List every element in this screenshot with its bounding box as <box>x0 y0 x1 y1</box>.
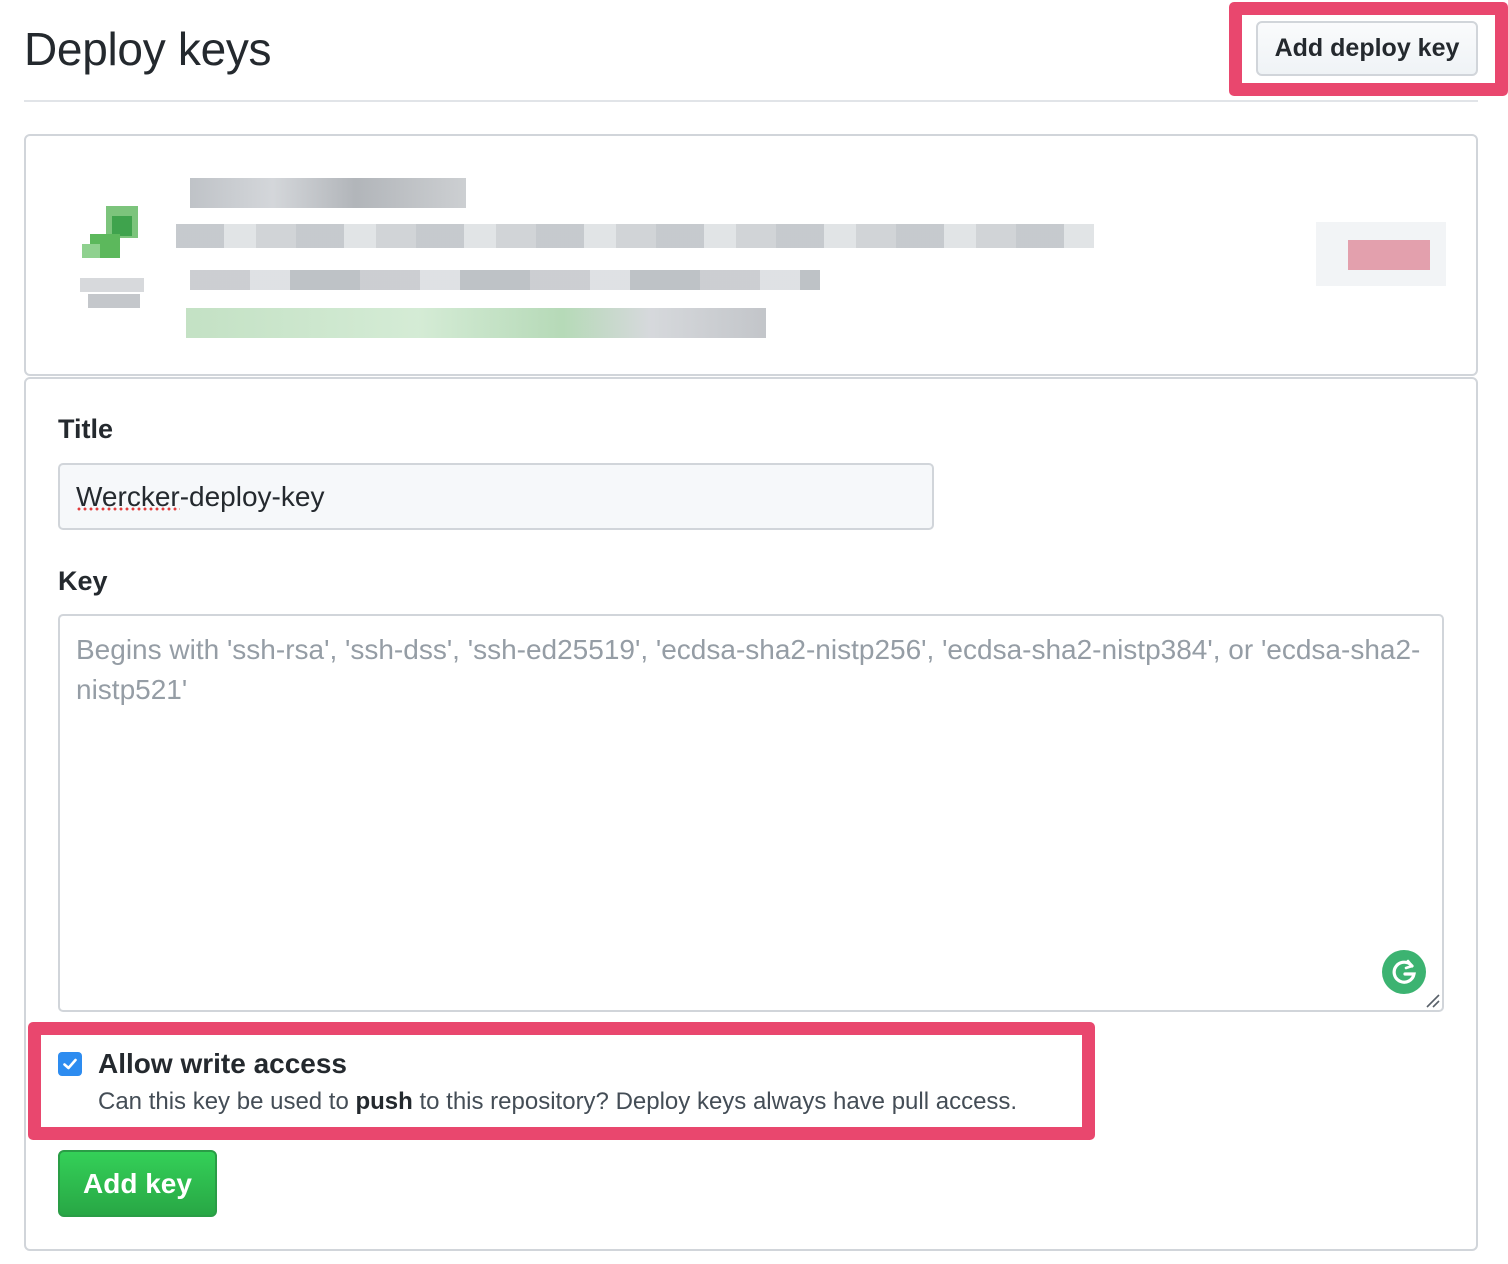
key-textarea[interactable] <box>58 614 1444 1012</box>
existing-deploy-key-list <box>24 134 1478 376</box>
add-key-button[interactable]: Add key <box>58 1150 217 1217</box>
resize-handle-icon[interactable] <box>1424 992 1440 1008</box>
redacted-key-added <box>190 270 820 290</box>
title-input[interactable] <box>58 463 934 530</box>
key-icon <box>80 206 144 308</box>
redacted-key-last-used <box>186 308 766 338</box>
highlight-add-deploy-key <box>1229 2 1508 96</box>
header-divider <box>24 100 1478 102</box>
highlight-allow-write <box>28 1022 1095 1140</box>
key-label: Key <box>58 566 108 596</box>
redacted-key-fingerprint <box>176 224 1094 248</box>
page-title: Deploy keys <box>24 23 272 75</box>
spellcheck-underline <box>76 507 180 511</box>
grammarly-icon[interactable] <box>1382 950 1426 994</box>
redacted-delete-label <box>1348 240 1430 270</box>
title-label: Title <box>58 414 114 444</box>
redacted-key-title <box>190 178 466 208</box>
existing-deploy-key-row <box>26 136 1476 374</box>
